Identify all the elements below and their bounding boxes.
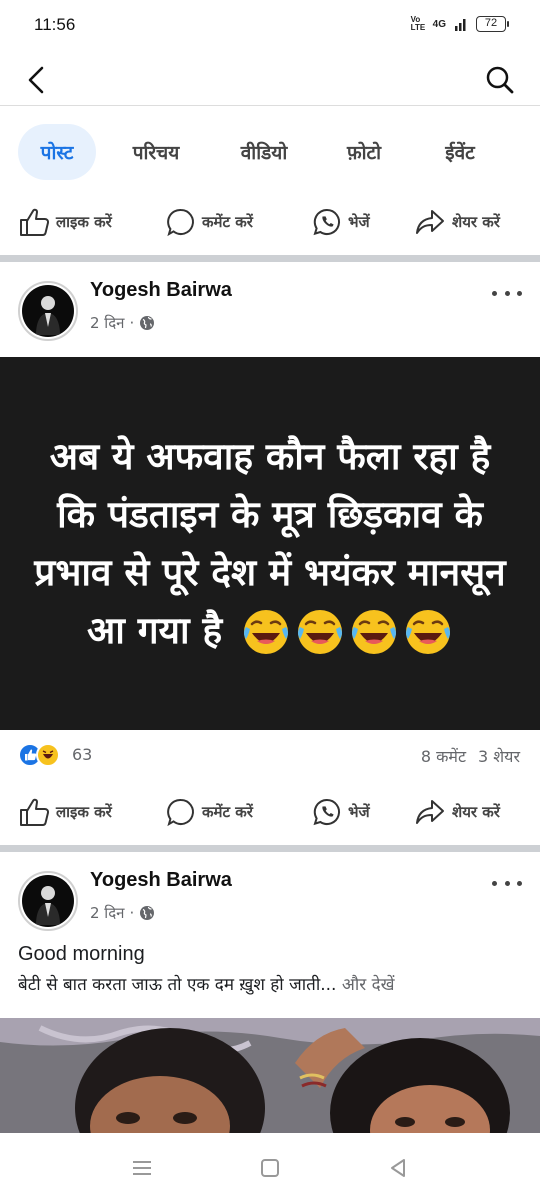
reaction-count[interactable]: 63 <box>72 745 92 764</box>
reaction-icons[interactable] <box>18 743 60 767</box>
send-button[interactable]: भेजें <box>312 787 370 837</box>
avatar[interactable] <box>18 281 78 341</box>
comment-count[interactable]: 8 कमेंट <box>421 745 466 767</box>
post-text-card[interactable]: अब ये अफवाह कौन फैला रहा है कि पंडताइन क… <box>0 357 540 730</box>
tab-events[interactable]: ईवेंट <box>424 124 496 180</box>
tab-videos[interactable]: वीडियो <box>222 124 306 180</box>
comment-label: कमेंट करें <box>202 213 253 231</box>
comment-button[interactable]: कमेंट करें <box>166 197 253 247</box>
globe-icon <box>140 906 155 920</box>
haha-reaction-icon <box>36 743 60 767</box>
send-label: भेजें <box>348 213 370 231</box>
post-time[interactable]: 2 दिन <box>90 903 125 923</box>
status-bar: 11:56 Vo LTE 4G 72 <box>0 0 540 54</box>
top-bar <box>0 54 540 106</box>
battery-indicator: 72 <box>476 16 509 32</box>
laughing-crying-emoji-icon <box>352 610 396 654</box>
comment-bubble-icon <box>167 208 194 237</box>
signal-icon <box>455 19 466 31</box>
volte-indicator: Vo LTE <box>410 15 426 32</box>
dot-icon <box>504 880 510 886</box>
share-count[interactable]: 3 शेयर <box>478 745 520 767</box>
post-options-button[interactable] <box>492 875 522 891</box>
post-time[interactable]: 2 दिन <box>90 313 125 333</box>
post-meta: 2 दिन · <box>90 313 155 333</box>
comment-label: कमेंट करें <box>202 803 253 821</box>
like-label: लाइक करें <box>56 213 112 231</box>
system-navigation-bar <box>0 1133 540 1200</box>
search-icon <box>486 66 514 94</box>
caption-line-1: Good morning <box>18 943 145 965</box>
status-icons: Vo LTE 4G 72 <box>410 15 509 32</box>
post-meta: 2 दिन · <box>90 903 155 923</box>
post-header: Yogesh Bairwa 2 दिन · <box>0 277 540 357</box>
caption-line-2: बेटी से बात करता जाऊ तो एक दम ख़ुश हो जा… <box>18 972 528 995</box>
meta-separator: · <box>129 314 135 332</box>
thumbs-up-icon <box>20 798 50 826</box>
thumbs-up-icon <box>20 208 50 236</box>
share-label: शेयर करें <box>452 803 500 821</box>
post-caption: Good morning बेटी से बात करता जाऊ तो एक … <box>18 943 528 995</box>
share-button[interactable]: शेयर करें <box>414 197 500 247</box>
meta-separator: · <box>129 904 135 922</box>
reactions-summary: 63 8 कमेंट 3 शेयर <box>0 737 540 773</box>
chevron-left-icon <box>28 66 44 94</box>
like-label: लाइक करें <box>56 803 112 821</box>
post-photo[interactable] <box>0 1018 540 1133</box>
dot-icon <box>517 290 522 296</box>
post-author[interactable]: Yogesh Bairwa <box>90 279 232 302</box>
status-time: 11:56 <box>34 15 76 34</box>
share-button[interactable]: शेयर करें <box>414 787 500 837</box>
like-button[interactable]: लाइक करें <box>18 197 112 247</box>
avatar-photo <box>22 285 74 337</box>
share-label: शेयर करें <box>452 213 500 231</box>
post-card-text: अब ये अफवाह कौन फैला रहा है कि पंडताइन क… <box>30 428 510 660</box>
triangle-back-icon <box>391 1159 405 1177</box>
see-more-link[interactable]: और देखें <box>342 975 395 995</box>
laughing-crying-emoji-icon <box>298 610 342 654</box>
whatsapp-icon <box>313 798 341 826</box>
post-options-button[interactable] <box>492 285 522 301</box>
whatsapp-icon <box>313 208 341 236</box>
dot-icon <box>492 880 497 886</box>
profile-tabs: पोस्ट परिचय वीडियो फ़ोटो ईवेंट <box>0 124 540 182</box>
emoji-row <box>241 607 453 657</box>
comment-button[interactable]: कमेंट करें <box>166 787 253 837</box>
engagement-counts: 8 कमेंट 3 शेयर <box>421 745 520 767</box>
menu-lines-icon <box>133 1161 151 1175</box>
tab-about[interactable]: परिचय <box>114 124 198 180</box>
dot-icon <box>504 290 510 296</box>
comment-bubble-icon <box>167 798 194 827</box>
share-arrow-icon <box>416 800 444 824</box>
avatar[interactable] <box>18 871 78 931</box>
laughing-crying-emoji-icon <box>406 610 450 654</box>
dot-icon <box>492 290 497 296</box>
share-arrow-icon <box>416 210 444 234</box>
back-nav-button[interactable] <box>383 1153 413 1183</box>
recent-apps-button[interactable] <box>127 1153 157 1183</box>
network-type: 4G <box>432 18 446 30</box>
post-author[interactable]: Yogesh Bairwa <box>90 869 232 892</box>
square-icon <box>261 1159 279 1177</box>
avatar-photo <box>22 875 74 927</box>
like-button[interactable]: लाइक करें <box>18 787 112 837</box>
send-button[interactable]: भेजें <box>312 197 370 247</box>
search-button[interactable] <box>482 60 518 100</box>
dot-icon <box>517 880 522 886</box>
tab-photos[interactable]: फ़ोटो <box>328 124 400 180</box>
home-button[interactable] <box>255 1153 285 1183</box>
send-label: भेजें <box>348 803 370 821</box>
post-divider <box>0 845 540 852</box>
tab-posts[interactable]: पोस्ट <box>18 124 96 180</box>
back-button[interactable] <box>18 60 54 100</box>
globe-icon <box>140 316 155 330</box>
laughing-crying-emoji-icon <box>244 610 288 654</box>
caption-text: बेटी से बात करता जाऊ तो एक दम ख़ुश हो जा… <box>18 975 337 995</box>
post-header: Yogesh Bairwa 2 दिन · <box>0 867 540 947</box>
action-row: लाइक करें कमेंट करें भेजें शेयर करें <box>0 787 540 837</box>
action-row-previous: लाइक करें कमेंट करें भेजें शेयर करें <box>0 197 540 247</box>
section-divider <box>0 255 540 262</box>
